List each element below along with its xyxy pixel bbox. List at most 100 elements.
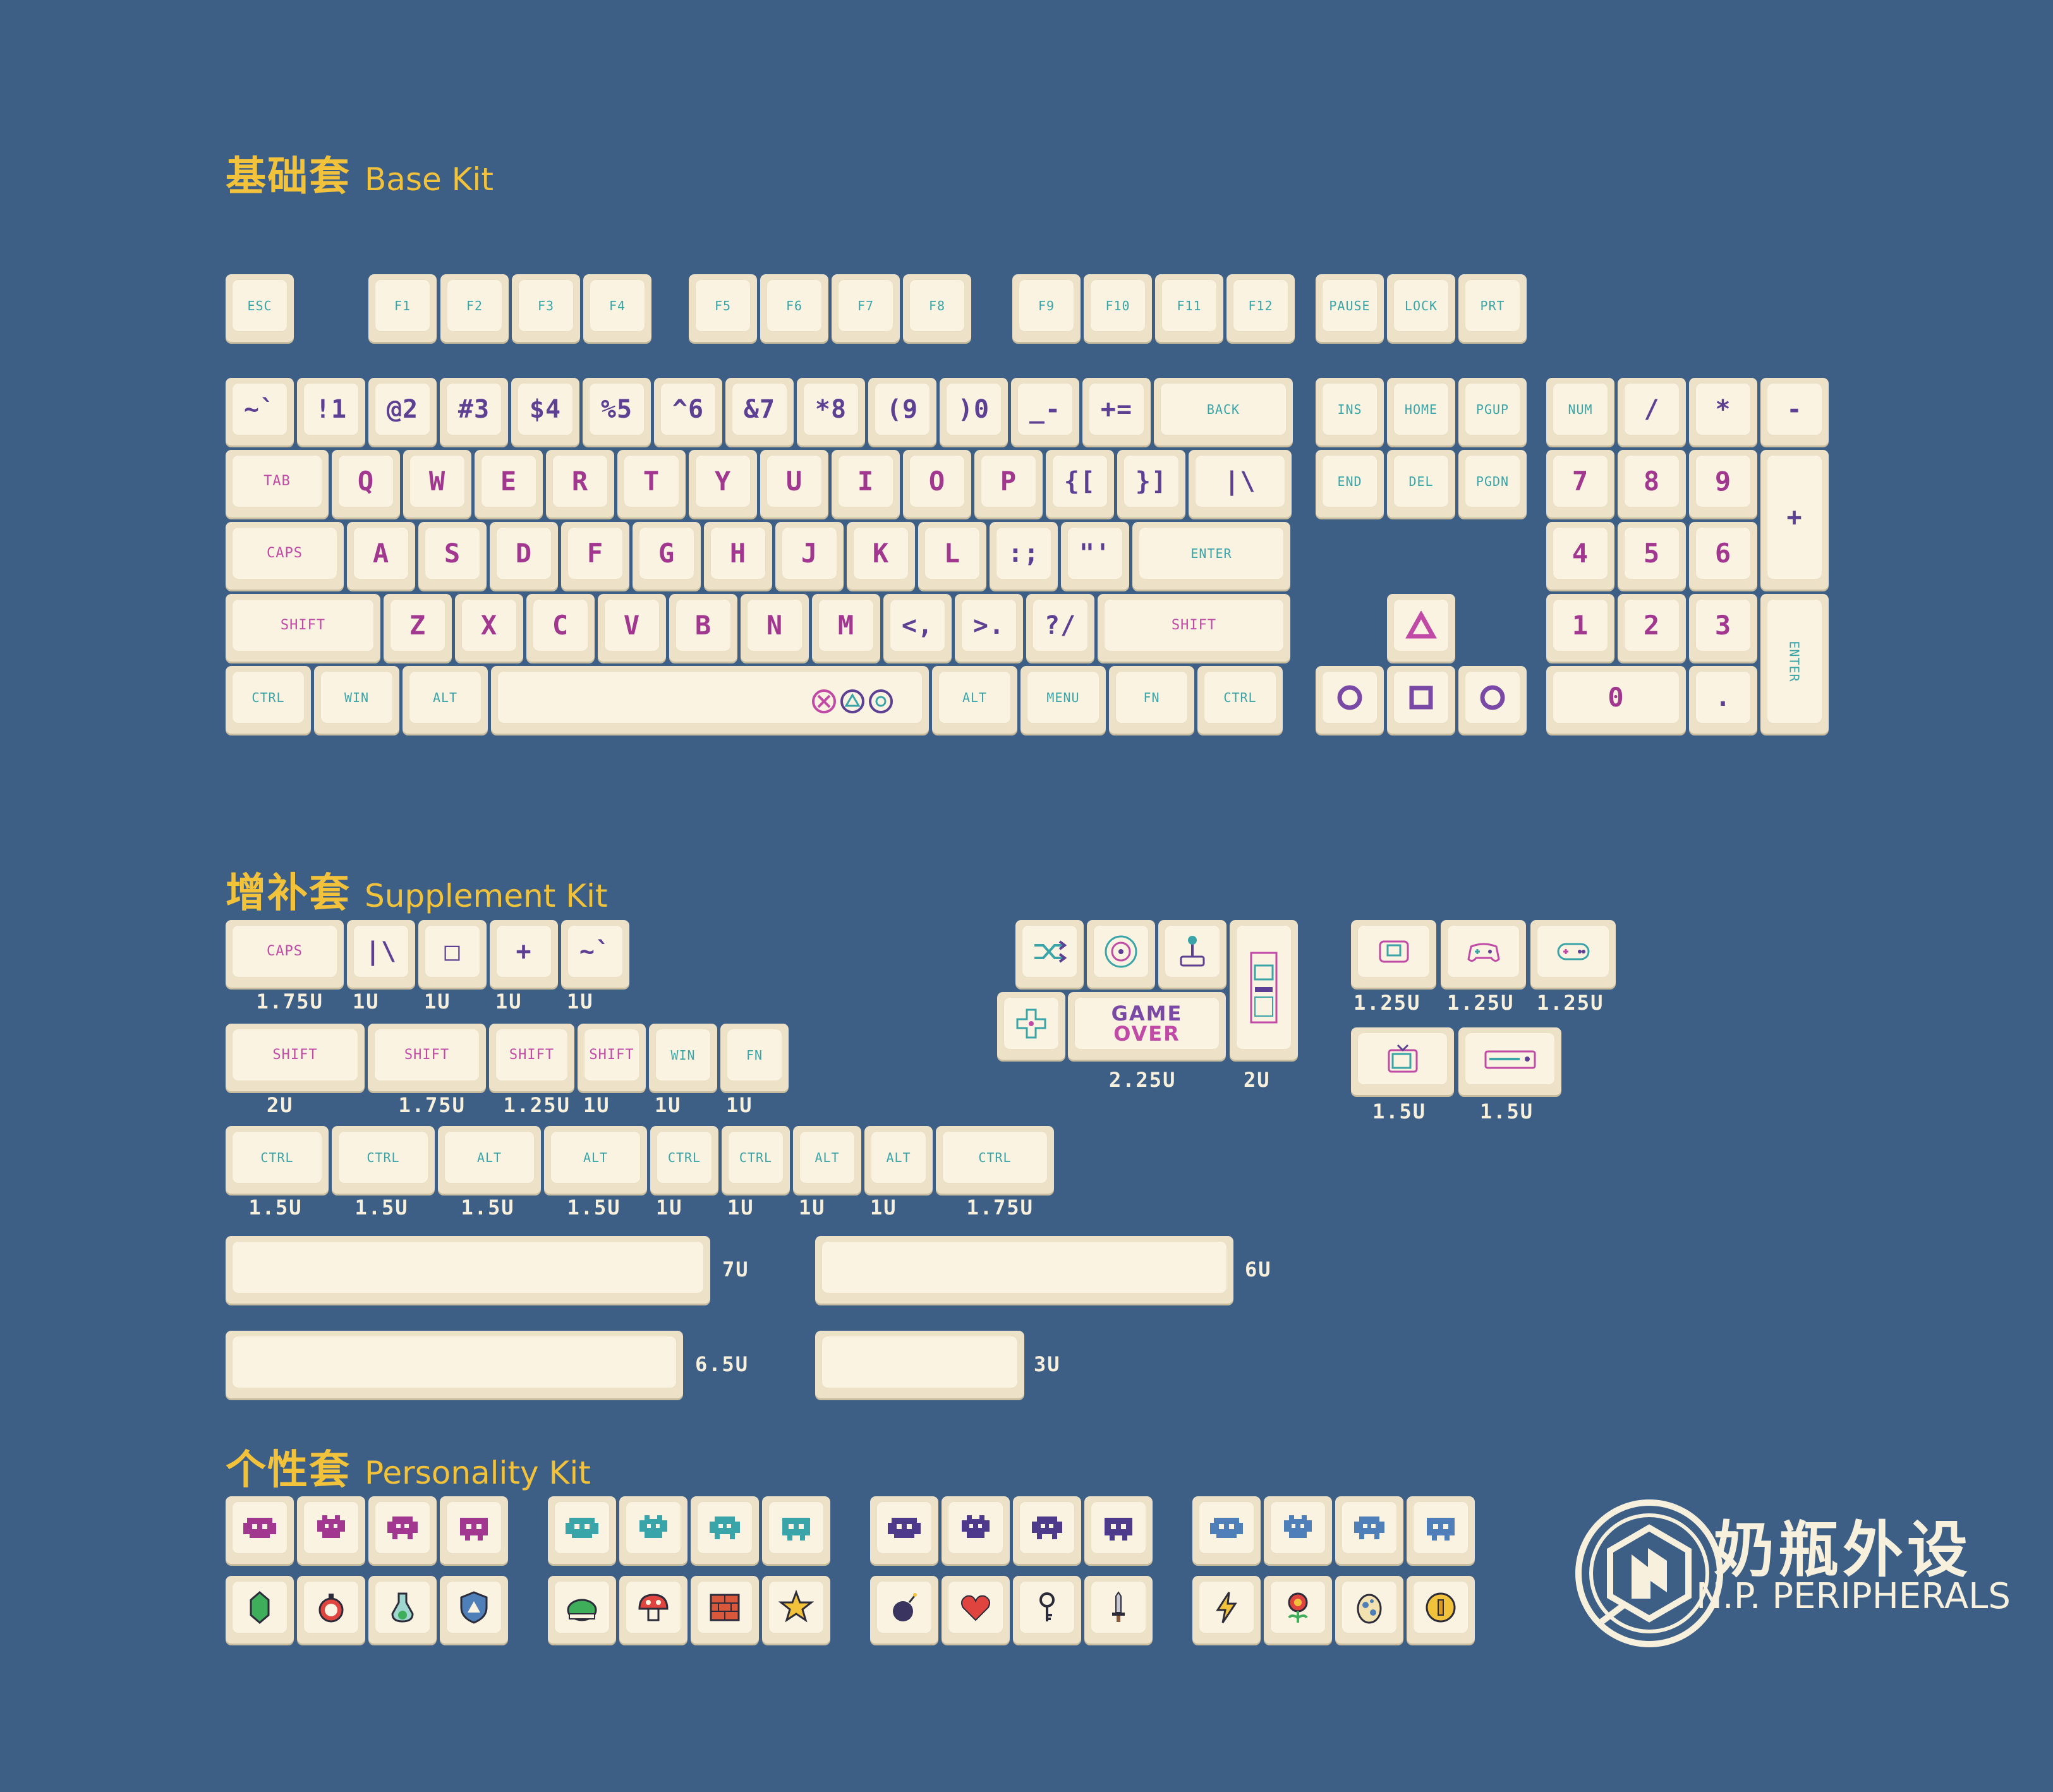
key-bottom-5: MENU (1020, 666, 1106, 734)
keycap-top (1019, 1581, 1075, 1633)
key-nav-3: END (1316, 450, 1384, 518)
space-invader-icon (639, 1515, 667, 1538)
personality-key-invader-multicolor-icon (1192, 1496, 1261, 1564)
game-key-arcade (1230, 920, 1298, 1060)
size-label: 1.5U (1372, 1099, 1427, 1123)
keycap-legend: Y (714, 466, 732, 497)
keycap-legend: |\ (365, 936, 397, 966)
space-invader-icon (1284, 1515, 1312, 1538)
keycap-top (1199, 1501, 1254, 1554)
keycap-top (1465, 1032, 1555, 1085)
keycap-legend: :; (1007, 538, 1040, 568)
keycap-legend: CTRL (251, 689, 285, 705)
key-shift-row-5: B (669, 594, 737, 662)
supp-key-supplement_row2-5: FN (720, 1024, 789, 1091)
key-fn-11: F11 (1155, 274, 1223, 342)
keycap-top (1093, 925, 1149, 978)
keycap-top: |\ (1195, 455, 1285, 507)
keycap-top: B (675, 599, 731, 651)
base-kit-title-cn: 基础套 (226, 154, 351, 200)
supp-key-supplement_row2-1: SHIFT (368, 1024, 486, 1091)
key-caps-row-4: F (561, 522, 629, 590)
keycap-top: F2 (447, 279, 502, 332)
keycap-top: MENU (1027, 671, 1099, 723)
size-label: 1.25U (1354, 991, 1421, 1015)
key-shift-row-11: SHIFT (1098, 594, 1290, 662)
keycap-top: + (496, 925, 552, 978)
keycap-legend: T (643, 466, 660, 497)
supplement-kit-title-en: Supplement Kit (365, 878, 608, 914)
space-invader-icon (1354, 1516, 1384, 1539)
key-tab-row-6: Y (689, 450, 757, 518)
personality-key-sword-icon (1084, 1576, 1153, 1644)
keycap-legend: CTRL (739, 1149, 773, 1165)
keycap-top: F4 (590, 279, 645, 332)
personality-kit-title: 个性套 Personality Kit (226, 1438, 591, 1496)
keycap-top: - (1767, 383, 1822, 435)
arcade-cabinet-icon (1250, 952, 1278, 1023)
keycap-top: _- (1017, 383, 1073, 435)
key-nav-1: HOME (1387, 378, 1455, 445)
keycap-legend: C (552, 610, 569, 641)
personality-key-gem-icon (226, 1576, 294, 1644)
keycap-legend: F4 (609, 298, 626, 313)
keycap-legend: H (729, 538, 747, 569)
keycap-top: SHIFT (232, 599, 374, 651)
keycap-legend: + (516, 936, 532, 966)
keycap-top: CTRL (232, 1131, 322, 1184)
keycap-top (232, 1501, 288, 1554)
key-caps-row-11: "' (1061, 522, 1129, 590)
keycap-legend: F10 (1105, 298, 1130, 313)
keycap-top (554, 1501, 610, 1554)
size-label: 2.25U (1109, 1068, 1177, 1092)
keycap-legend: ?/ (1044, 610, 1077, 640)
keycap-top (1341, 1581, 1397, 1633)
key-fn-1: F1 (368, 274, 437, 342)
key-tab-row-0: TAB (226, 450, 329, 518)
keycap-legend: <, (901, 610, 934, 640)
key-nav-2: PGUP (1458, 378, 1527, 445)
keycap-legend: 0 (1608, 682, 1625, 713)
size-label: 1U (799, 1196, 826, 1220)
keycap-top: ~` (567, 925, 623, 978)
keycap-top: DEL (1393, 455, 1449, 507)
personality-key-invader-multicolor-icon (1407, 1496, 1475, 1564)
key-bottom-1: WIN (314, 666, 399, 734)
key-fn-15: PRT (1458, 274, 1527, 342)
keycap-legend: >. (972, 610, 1005, 640)
space-invader-icon (1210, 1517, 1243, 1538)
keycap-top: INS (1322, 383, 1378, 435)
egg-icon (1357, 1594, 1382, 1623)
key-number-2: @2 (368, 378, 437, 445)
keycap-top: P (981, 455, 1036, 507)
supp-key-supplement_row3-2: ALT (438, 1126, 541, 1194)
keycap-top (232, 1336, 677, 1388)
keycap-legend: O (928, 466, 946, 497)
game-key-dpad (997, 992, 1065, 1060)
key-tab-row-4: R (546, 450, 614, 518)
supp-key-supplement_row2-4: WIN (649, 1024, 717, 1091)
keycap-top (446, 1501, 502, 1554)
keycap-top: F3 (518, 279, 574, 332)
keycap-legend: !1 (315, 394, 348, 424)
keycap-top: 8 (1624, 455, 1680, 507)
key-fn-3: F3 (512, 274, 580, 342)
key-shift-row-3: C (526, 594, 595, 662)
supp-key-supplement_row3-4: CTRL (650, 1126, 718, 1194)
supp-spacebar-3u (815, 1331, 1024, 1398)
game-over-line2: OVER (1113, 1021, 1180, 1046)
keycap-top: H (710, 527, 766, 579)
personality-key-potion-icon (368, 1576, 437, 1644)
keycap-legend: END (1337, 473, 1362, 489)
keycap-legend: CTRL (1223, 689, 1257, 705)
size-label: 2U (1244, 1068, 1271, 1092)
space-invader-icon (782, 1517, 810, 1541)
keycap-legend: ALT (815, 1149, 840, 1165)
keycap-top: :; (996, 527, 1051, 579)
keycap-legend: PGUP (1475, 401, 1510, 417)
keycap-top: CTRL (728, 1131, 784, 1184)
key-bottom-6: FN (1109, 666, 1194, 734)
game-key-game-over: GAME OVER (1068, 992, 1226, 1060)
keycap-legend: FN (746, 1047, 763, 1063)
keycap-top: M (818, 599, 874, 651)
